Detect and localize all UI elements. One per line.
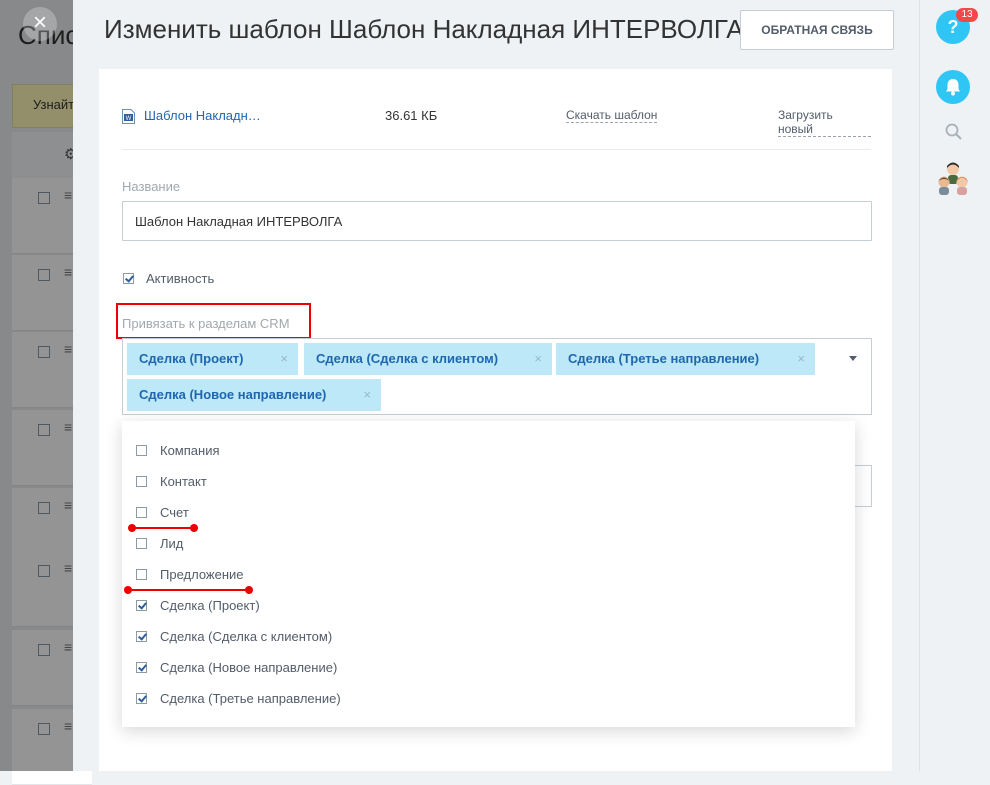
svg-text:W: W — [126, 116, 132, 122]
option-checkbox[interactable] — [136, 600, 147, 611]
option-label: Сделка (Сделка с клиентом) — [160, 629, 333, 644]
selected-tag-label: Сделка (Проект) — [139, 351, 244, 366]
dropdown-option[interactable]: Сделка (Третье направление) — [122, 683, 855, 714]
team-avatars[interactable] — [935, 160, 971, 196]
help-icon: ? — [947, 17, 959, 37]
option-label: Предложение — [160, 567, 244, 582]
selected-tag[interactable]: Сделка (Третье направление) × — [556, 343, 815, 375]
dropdown-option[interactable]: Счет — [122, 497, 855, 528]
close-slider-button[interactable]: × — [23, 7, 57, 41]
file-icon: W — [122, 109, 135, 124]
dropdown-option[interactable]: Лид — [122, 528, 855, 559]
template-file-row: W Шаблон Накладн… 36.61 КБ Скачать шабло… — [122, 107, 871, 137]
remove-tag-icon[interactable]: × — [363, 379, 371, 411]
notifications-button[interactable] — [936, 70, 970, 104]
option-label: Сделка (Проект) — [160, 598, 260, 613]
remove-tag-icon[interactable]: × — [280, 343, 288, 375]
feedback-button[interactable]: ОБРАТНАЯ СВЯЗЬ — [740, 10, 894, 50]
selected-tag[interactable]: Сделка (Новое направление) × — [127, 379, 381, 411]
dropdown-option[interactable]: Контакт — [122, 466, 855, 497]
partially-hidden-input[interactable] — [854, 465, 872, 507]
search-icon — [945, 123, 962, 140]
remove-tag-icon[interactable]: × — [534, 343, 542, 375]
chevron-down-icon[interactable] — [849, 356, 857, 361]
option-checkbox[interactable] — [136, 507, 147, 518]
annotation-underline — [128, 524, 198, 532]
crm-sections-multiselect[interactable]: Сделка (Проект) × Сделка (Сделка с клиен… — [122, 338, 872, 415]
dropdown-option[interactable]: Сделка (Новое направление) — [122, 652, 855, 683]
dropdown-option[interactable]: Компания — [122, 435, 855, 466]
close-icon: × — [32, 9, 47, 36]
notification-count-badge: 13 — [956, 8, 978, 22]
right-utility-panel: ? 13 — [919, 0, 990, 771]
active-checkbox-label: Активность — [146, 271, 215, 286]
annotation-underline — [124, 586, 253, 594]
option-label: Сделка (Новое направление) — [160, 660, 338, 675]
name-field-label: Название — [122, 179, 181, 194]
selected-tag-label: Сделка (Новое направление) — [139, 387, 327, 402]
team-avatar-icon — [938, 162, 968, 195]
bell-icon — [946, 79, 960, 96]
template-file-link[interactable]: Шаблон Накладн… — [144, 108, 261, 123]
option-checkbox[interactable] — [136, 569, 147, 580]
selected-tag[interactable]: Сделка (Проект) × — [127, 343, 298, 375]
crm-sections-label: Привязать к разделам CRM — [122, 316, 290, 331]
divider — [122, 149, 871, 150]
option-checkbox[interactable] — [136, 631, 147, 642]
option-checkbox[interactable] — [136, 693, 147, 704]
option-label: Лид — [160, 536, 184, 551]
dropdown-option[interactable]: Предложение — [122, 559, 855, 590]
option-checkbox[interactable] — [136, 445, 147, 456]
option-label: Компания — [160, 443, 220, 458]
selected-tag-label: Сделка (Сделка с клиентом) — [316, 351, 499, 366]
dropdown-option[interactable]: Сделка (Проект) — [122, 590, 855, 621]
option-label: Контакт — [160, 474, 207, 489]
selected-tag[interactable]: Сделка (Сделка с клиентом) × — [304, 343, 552, 375]
upload-new-link[interactable]: Загрузить новый — [778, 108, 871, 137]
option-label: Сделка (Третье направление) — [160, 691, 341, 706]
search-button[interactable] — [944, 122, 964, 147]
dropdown-option[interactable]: Сделка (Сделка с клиентом) — [122, 621, 855, 652]
selected-tag-label: Сделка (Третье направление) — [568, 351, 760, 366]
page-title: Изменить шаблон Шаблон Накладная ИНТЕРВО… — [104, 14, 744, 44]
option-label: Счет — [160, 505, 189, 520]
crm-sections-dropdown: Компания Контакт Счет Лид Предложение Сд… — [122, 421, 855, 727]
active-checkbox[interactable] — [123, 273, 134, 284]
download-template-link[interactable]: Скачать шаблон — [566, 108, 658, 123]
remove-tag-icon[interactable]: × — [797, 343, 805, 375]
name-input[interactable]: Шаблон Накладная ИНТЕРВОЛГА — [122, 201, 872, 241]
option-checkbox[interactable] — [136, 476, 147, 487]
option-checkbox[interactable] — [136, 662, 147, 673]
option-checkbox[interactable] — [136, 538, 147, 549]
template-file-size: 36.61 КБ — [385, 108, 438, 123]
